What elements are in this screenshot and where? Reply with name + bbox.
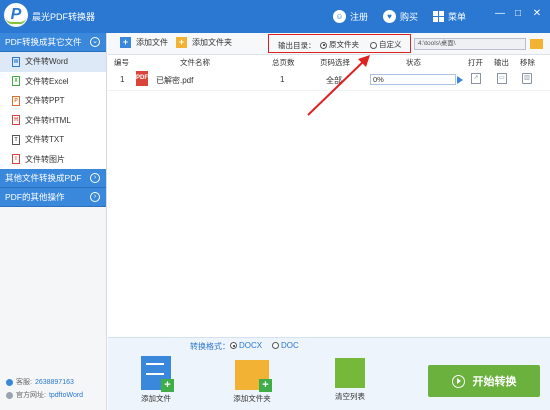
- site-label: 官方网址:: [16, 392, 46, 399]
- row-pages: 1: [280, 75, 285, 84]
- format-label: 转换格式：: [190, 342, 230, 351]
- minimize-button[interactable]: —: [492, 6, 508, 22]
- chevron-down-icon: ⌄: [90, 37, 100, 47]
- user-icon: ☺: [333, 9, 346, 23]
- chevron-right-icon: ›: [90, 192, 100, 202]
- chevron-right-icon: ›: [90, 173, 100, 183]
- row-filename: 已解密.pdf: [156, 76, 194, 85]
- open-icon[interactable]: ↗: [471, 73, 481, 84]
- buy-button[interactable]: ♥ 购买: [383, 8, 418, 24]
- add-document-icon: +: [141, 356, 174, 392]
- qq-value[interactable]: 2638897163: [35, 379, 74, 386]
- sidebar-item-html[interactable]: H 文件转HTML: [0, 110, 106, 130]
- sidebar-item-label: 文件转HTML: [25, 115, 71, 125]
- browse-folder-icon[interactable]: [530, 39, 543, 49]
- add-file-big-button[interactable]: + 添加文件: [132, 356, 180, 404]
- site-link[interactable]: tpdftoWord: [49, 392, 83, 399]
- sidebar: PDF转换成其它文件 ⌄ W 文件转Word X 文件转Excel P 文件转P…: [0, 33, 107, 410]
- format-doc-radio[interactable]: DOC: [272, 341, 299, 350]
- buy-label: 购买: [400, 11, 419, 22]
- pdf-file-icon: PDF: [136, 71, 148, 86]
- section-label: PDF的其他操作: [5, 192, 65, 202]
- start-convert-button[interactable]: 开始转换: [428, 365, 540, 397]
- progress-bar: 0%: [370, 74, 456, 85]
- word-file-icon: W: [12, 56, 20, 67]
- menu-button[interactable]: 菜单: [433, 8, 466, 24]
- progress-text: 0%: [373, 75, 384, 84]
- output-path-field[interactable]: 4:\tools\桌面\: [414, 38, 526, 50]
- sidebar-item-excel[interactable]: X 文件转Excel: [0, 71, 106, 91]
- format-docx-label: DOCX: [239, 341, 263, 350]
- play-circle-icon: [451, 374, 465, 388]
- format-docx-radio[interactable]: DOCX: [230, 341, 262, 350]
- globe-icon: [6, 391, 13, 399]
- clear-list-label: 清空列表: [335, 392, 365, 401]
- output-folder-icon[interactable]: ▭: [497, 73, 507, 84]
- broom-icon: [335, 358, 365, 388]
- toolbar: + 添加文件 + 添加文件夹 输出目录： 原文件夹 自定义 4:\tools\桌…: [108, 33, 550, 55]
- section-label: 其他文件转换成PDF: [5, 173, 82, 183]
- qq-label: 客服:: [16, 379, 32, 386]
- sidebar-section-other-to-pdf[interactable]: 其他文件转换成PDF ›: [0, 169, 106, 188]
- add-file-big-label: 添加文件: [141, 394, 171, 403]
- sidebar-item-label: 文件转TXT: [25, 135, 65, 145]
- table-row[interactable]: 1 PDF 已解密.pdf 1 全部 0% ↗ ▭ ▥: [108, 67, 550, 91]
- app-logo-icon: P: [4, 3, 28, 27]
- sidebar-item-txt[interactable]: T 文件转TXT: [0, 130, 106, 150]
- register-button[interactable]: ☺ 注册: [333, 8, 368, 24]
- highlight-box: [268, 34, 411, 53]
- qq-icon: [6, 378, 13, 386]
- sidebar-item-label: 文件转PPT: [25, 96, 65, 106]
- html-file-icon: H: [12, 115, 20, 126]
- sidebar-item-ppt[interactable]: P 文件转PPT: [0, 91, 106, 111]
- support-qq: 客服: 2638897163: [6, 377, 74, 387]
- add-folder-label: 添加文件夹: [192, 38, 232, 47]
- add-file-icon: +: [120, 37, 131, 48]
- image-file-icon: I: [12, 154, 20, 165]
- logo-swoosh: [6, 18, 26, 24]
- format-doc-label: DOC: [281, 341, 299, 350]
- add-folder-icon: +: [176, 37, 187, 48]
- format-bar: 转换格式： DOCX DOC: [108, 337, 550, 353]
- txt-file-icon: T: [12, 134, 20, 145]
- sidebar-item-label: 文件转Word: [25, 57, 68, 67]
- add-folder-button[interactable]: + 添加文件夹: [176, 37, 232, 48]
- page-range-select[interactable]: 全部: [326, 75, 342, 86]
- add-folder-big-button[interactable]: + 添加文件夹: [228, 356, 276, 404]
- menu-label: 菜单: [448, 11, 467, 22]
- sidebar-section-pdf-other-ops[interactable]: PDF的其他操作 ›: [0, 188, 106, 207]
- ppt-file-icon: P: [12, 95, 20, 106]
- trash-icon[interactable]: ▥: [522, 73, 532, 84]
- sidebar-item-label: 文件转图片: [25, 154, 65, 164]
- sidebar-item-word[interactable]: W 文件转Word: [0, 52, 106, 72]
- close-button[interactable]: ✕: [529, 6, 545, 22]
- title-bar: P 晨光PDF转换器 ☺ 注册 ♥ 购买 菜单 — □ ✕: [0, 0, 550, 33]
- official-site: 官方网址: tpdftoWord: [6, 390, 83, 400]
- register-label: 注册: [350, 11, 369, 22]
- row-index: 1: [120, 75, 125, 84]
- app-title: 晨光PDF转换器: [32, 12, 96, 22]
- clear-list-button[interactable]: 清空列表: [326, 356, 374, 402]
- sidebar-section-pdf-to-other[interactable]: PDF转换成其它文件 ⌄: [0, 33, 106, 52]
- play-icon[interactable]: [457, 76, 463, 84]
- add-file-label: 添加文件: [136, 38, 168, 47]
- bottom-actions: + 添加文件 + 添加文件夹 清空列表 开始转换: [108, 353, 550, 410]
- heart-icon: ♥: [383, 9, 396, 23]
- maximize-button[interactable]: □: [510, 6, 526, 22]
- sidebar-item-image[interactable]: I 文件转图片: [0, 149, 106, 169]
- radio-icon: [272, 342, 279, 350]
- table-header: 编号 文件名称 总页数 页码选择 状态 打开 输出 移除: [108, 55, 550, 67]
- sidebar-item-label: 文件转Excel: [25, 76, 69, 86]
- excel-file-icon: X: [12, 76, 20, 87]
- start-convert-label: 开始转换: [472, 376, 517, 388]
- add-folder-big-icon: +: [235, 360, 272, 392]
- section-label: PDF转换成其它文件: [5, 37, 82, 47]
- add-file-button[interactable]: + 添加文件: [120, 37, 168, 48]
- radio-selected-icon: [230, 342, 237, 350]
- add-folder-big-label: 添加文件夹: [233, 394, 271, 403]
- grid-icon: [433, 10, 444, 22]
